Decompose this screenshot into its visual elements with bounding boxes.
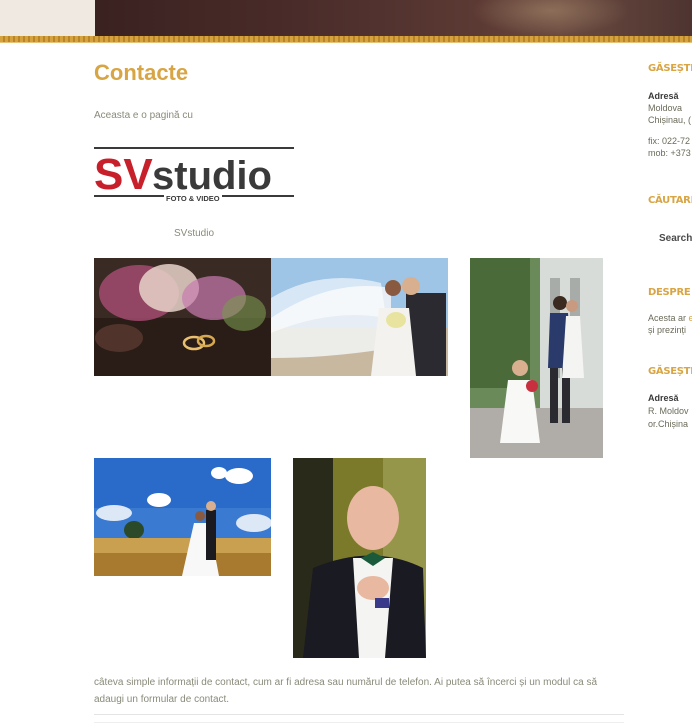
sidebar-address2-label: Adresă [648,393,679,403]
logo-studio: studio [152,154,272,198]
sidebar-find-us-title: GĂSEȘTE- [648,63,692,74]
rings-bouquet-photo[interactable] [94,258,271,376]
sidebar-phone-mob: mob: +373 [648,148,691,158]
sidebar-about-line1: Acesta ar e [648,313,692,323]
sidebar-search-input[interactable]: Search [659,233,692,245]
sidebar-address-label: Adresă [648,91,679,101]
header-banner [0,0,692,36]
sidebar-about-line2: și prezinți [648,325,687,335]
sidebar-about-title: DESPRE S [648,287,692,298]
sidebar-phone-fix: fix: 022-72 [648,136,691,146]
logo-sv: SV [94,150,153,199]
banner-glow [470,0,630,36]
sidebar-address-line1: Moldova [648,103,683,113]
veil-kiss-photo[interactable] [271,258,448,376]
sidebar-find-us2-title: GĂSEȘTE- [648,366,692,377]
logo-tagline: FOTO & VIDEO [166,194,220,203]
intro-text: Aceasta e o pagină cu [94,110,193,121]
sidebar-address2-line2: or.Chișina [648,419,689,429]
field-couple-photo[interactable] [94,458,271,576]
header-trim [0,36,692,43]
sidebar-address2-line1: R. Moldov [648,406,689,416]
sidebar-about-link[interactable]: e [689,313,692,323]
content-divider-bottom [94,722,624,723]
svstudio-logo: SV studio FOTO & VIDEO [94,147,294,203]
contact-body-text: câteva simple informații de contact, cum… [94,677,598,705]
content-divider [94,714,624,715]
groom-portrait-photo[interactable] [293,458,426,658]
logo-caption: SVstudio [174,228,215,239]
sidebar-address-line2: Chișinau, ( [648,115,692,125]
family-park-photo[interactable] [470,258,603,458]
page-title: Contacte [94,60,189,85]
sidebar-search-title: CĂUTARE [648,195,692,206]
sidebar: GĂSEȘTE- Adresă Moldova Chișinau, ( fix:… [648,0,692,727]
